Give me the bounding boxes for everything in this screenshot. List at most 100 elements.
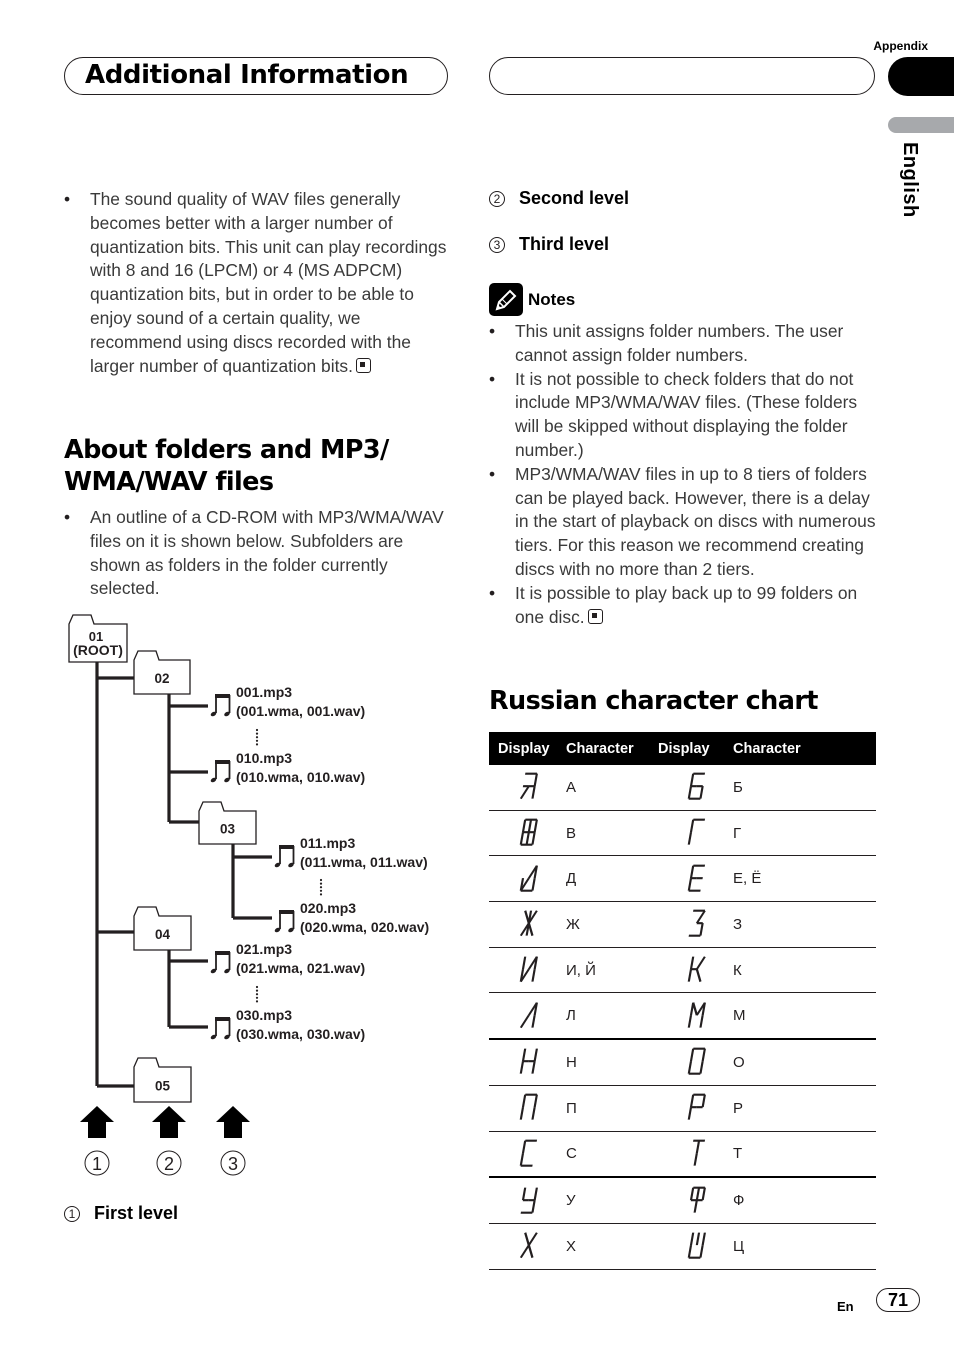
- page-number: 71: [876, 1288, 920, 1312]
- folder-icon: 02: [133, 650, 191, 695]
- file-alt-names: (011.wma, 011.wav): [300, 854, 428, 870]
- ellipsis-dots: [255, 728, 259, 746]
- character-cell: Т: [733, 1131, 876, 1179]
- folder-label: 04: [155, 927, 171, 942]
- appendix-tab: [888, 57, 954, 96]
- character-cell: Д: [566, 855, 658, 903]
- lcd-glyph-icon: [519, 910, 538, 937]
- section-title: Additional Information: [85, 60, 409, 90]
- lcd-segment: [698, 786, 704, 800]
- section-title-box: Additional Information: [64, 57, 448, 95]
- lcd-segment: [693, 1199, 698, 1213]
- lcd-glyph-icon: [689, 1186, 706, 1213]
- lcd-segment: [698, 923, 704, 937]
- lcd-segment: [701, 1049, 706, 1062]
- arrow-up-icon: [216, 1106, 250, 1138]
- lcd-segment: [533, 774, 538, 787]
- end-mark-icon: [355, 357, 371, 373]
- display-glyph-cell: [489, 765, 566, 811]
- lcd-segment: [689, 819, 694, 833]
- character-cell: У: [566, 1177, 658, 1224]
- character-cell: Г: [733, 810, 876, 857]
- lcd-segment: [519, 832, 524, 845]
- lcd-segment: [530, 832, 536, 845]
- lcd-segment: [530, 1107, 536, 1120]
- lcd-segment: [695, 1232, 700, 1246]
- file-alt-names: (021.wma, 021.wav): [236, 960, 365, 976]
- lcd-glyph-icon: [687, 772, 705, 801]
- display-glyph-cell: [489, 1223, 566, 1270]
- character-cell: Н: [566, 1039, 658, 1086]
- lcd-segment: [689, 1049, 694, 1062]
- lcd-glyph-icon: [687, 1232, 706, 1259]
- character-cell: Ф: [733, 1177, 876, 1224]
- lcd-segment: [701, 1232, 706, 1246]
- table-row: Д Е, Ё: [489, 855, 876, 903]
- lcd-segment: [689, 1232, 694, 1246]
- character-cell: З: [733, 901, 876, 948]
- list-item: An outline of a CD-ROM with MP3/WMA/WAV …: [64, 506, 456, 601]
- level-marker: 3: [220, 1150, 246, 1176]
- table-row: НО: [489, 1039, 876, 1086]
- level-number-badge: 3: [489, 236, 505, 253]
- russian-character-table: Display Character Display Character АБВГ…: [489, 732, 876, 1270]
- folders-heading: About folders and MP3/ WMA/WAV files: [64, 435, 389, 497]
- lcd-glyph-icon: [519, 1139, 537, 1167]
- file-name: 011.mp3: [300, 835, 355, 851]
- lcd-segment: [521, 819, 526, 833]
- character-cell: К: [733, 947, 876, 994]
- lcd-glyph-icon: [519, 1049, 538, 1075]
- lcd-segment: [530, 786, 536, 800]
- display-glyph-cell: [489, 1131, 566, 1179]
- lcd-segment: [689, 956, 694, 970]
- lcd-segment: [530, 1014, 536, 1028]
- lcd-segment: [687, 969, 692, 982]
- lcd-segment: [687, 877, 692, 891]
- language-tab-marker: [888, 117, 954, 133]
- col-header-character: Character: [566, 732, 658, 765]
- display-glyph-cell: [658, 855, 733, 903]
- lcd-segment: [525, 832, 530, 845]
- lcd-segment: [527, 1232, 538, 1246]
- folder-icon: 01(ROOT): [68, 614, 128, 663]
- list-item: The sound quality of WAV files generally…: [64, 188, 456, 378]
- arrow-up-icon: [80, 1106, 114, 1138]
- display-glyph-cell: [658, 1223, 733, 1270]
- level-number: 2: [164, 1154, 174, 1174]
- lcd-segment: [687, 1014, 692, 1028]
- display-glyph-cell: [658, 901, 733, 948]
- file-name: 021.mp3: [236, 941, 292, 957]
- level-legend-2: 2 Second level: [489, 188, 629, 209]
- end-mark-icon: [587, 608, 603, 624]
- lcd-glyph-icon: [519, 818, 538, 846]
- music-note-icon: [210, 760, 231, 783]
- lcd-glyph-icon: [687, 864, 705, 892]
- table-row: ВГ: [489, 810, 876, 857]
- lcd-glyph-icon: [687, 956, 706, 983]
- music-note-icon: [210, 1017, 231, 1040]
- folder-tree-diagram: 01(ROOT) 02 03 04 05 001.mp3 (001.wma, 001.wav…: [68, 614, 429, 1176]
- file-name: 001.mp3: [236, 684, 292, 700]
- list-item: It is not possible to check folders that…: [489, 368, 879, 463]
- wav-note-list: The sound quality of WAV files generally…: [64, 188, 456, 378]
- character-cell: Ж: [566, 901, 658, 948]
- display-glyph-cell: [658, 1085, 733, 1132]
- lcd-glyph-icon: [519, 956, 538, 983]
- lcd-segment: [519, 1014, 530, 1028]
- music-note-icon: [210, 694, 231, 717]
- music-note-icon: [274, 910, 295, 933]
- level-number: 1: [92, 1154, 102, 1174]
- lcd-segment: [695, 968, 702, 983]
- lcd-segment: [519, 786, 530, 800]
- lcd-segment: [695, 1140, 700, 1154]
- lcd-segment: [687, 1061, 692, 1075]
- display-glyph-cell: [658, 1039, 733, 1086]
- display-glyph-cell: [658, 1177, 733, 1224]
- folder-icon: 04: [133, 906, 192, 951]
- level-marker: 2: [156, 1150, 182, 1176]
- col-header-character: Character: [733, 732, 876, 765]
- display-glyph-cell: [658, 947, 733, 994]
- lcd-segment: [695, 956, 706, 970]
- character-cell: Р: [733, 1085, 876, 1132]
- level-number: 3: [228, 1154, 238, 1174]
